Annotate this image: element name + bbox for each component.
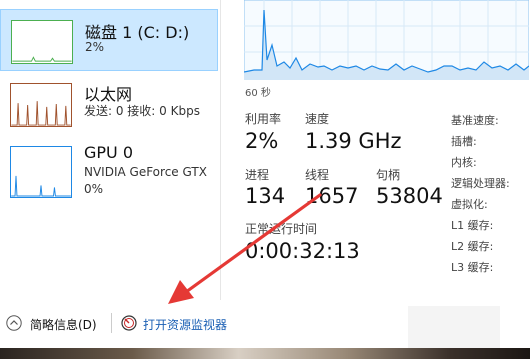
speed-label: 速度: [305, 112, 330, 126]
handles-value: 53804: [376, 184, 443, 208]
property-l3-cache: L3 缓存:: [451, 261, 494, 274]
uptime-value: 0:00:32:13: [245, 239, 360, 263]
device-item-disk[interactable]: 磁盘 1 (C: D:) 2%: [0, 9, 218, 71]
disk-sparkline-icon: [11, 20, 73, 64]
threads-value: 1657: [305, 184, 359, 208]
device-subtitle-gpu: NVIDIA GeForce GTX: [84, 165, 207, 179]
fewer-details-button[interactable]: 简略信息(D): [30, 316, 97, 333]
cpu-usage-graph: [244, 0, 529, 80]
footer-separator: [111, 313, 112, 333]
property-logical-processors: 逻辑处理器:: [451, 177, 510, 190]
property-l1-cache: L1 缓存:: [451, 219, 494, 232]
device-subtitle-disk: 2%: [85, 40, 105, 54]
property-l2-cache: L2 缓存:: [451, 240, 494, 253]
utilization-label: 利用率: [245, 112, 282, 126]
device-usage-gpu: 0%: [84, 182, 104, 196]
chevron-up-icon[interactable]: [6, 315, 22, 331]
open-resource-monitor-link[interactable]: 打开资源监视器: [143, 316, 227, 333]
property-base-speed: 基准速度:: [451, 114, 499, 127]
property-sockets: 插槽:: [451, 135, 477, 148]
speed-value: 1.39 GHz: [305, 129, 402, 153]
processes-value: 134: [245, 184, 286, 208]
property-virtualization: 虚拟化:: [451, 198, 488, 211]
ethernet-sparkline-icon: [10, 83, 72, 127]
threads-label: 线程: [305, 168, 330, 182]
utilization-value: 2%: [245, 129, 279, 153]
handles-label: 句柄: [376, 168, 401, 182]
property-cores: 内核:: [451, 156, 477, 169]
device-list: 磁盘 1 (C: D:) 2% 以太网 发送: 0 接收: 0 Kbps GPU…: [0, 0, 218, 300]
device-title-gpu: GPU 0: [84, 143, 134, 162]
graph-time-label: 60 秒: [245, 88, 271, 99]
uptime-label: 正常运行时间: [245, 222, 318, 236]
gpu-sparkline-icon: [10, 146, 72, 198]
processes-label: 进程: [245, 168, 270, 182]
device-item-gpu[interactable]: GPU 0 NVIDIA GeForce GTX 0%: [0, 140, 218, 202]
resource-monitor-icon[interactable]: [121, 315, 137, 331]
panel-divider: [220, 0, 221, 300]
device-item-ethernet[interactable]: 以太网 发送: 0 接收: 0 Kbps: [0, 78, 218, 140]
background-photo-strip: [0, 348, 530, 359]
faint-overlay: [408, 306, 500, 350]
device-subtitle-ethernet: 发送: 0 接收: 0 Kbps: [84, 104, 200, 118]
